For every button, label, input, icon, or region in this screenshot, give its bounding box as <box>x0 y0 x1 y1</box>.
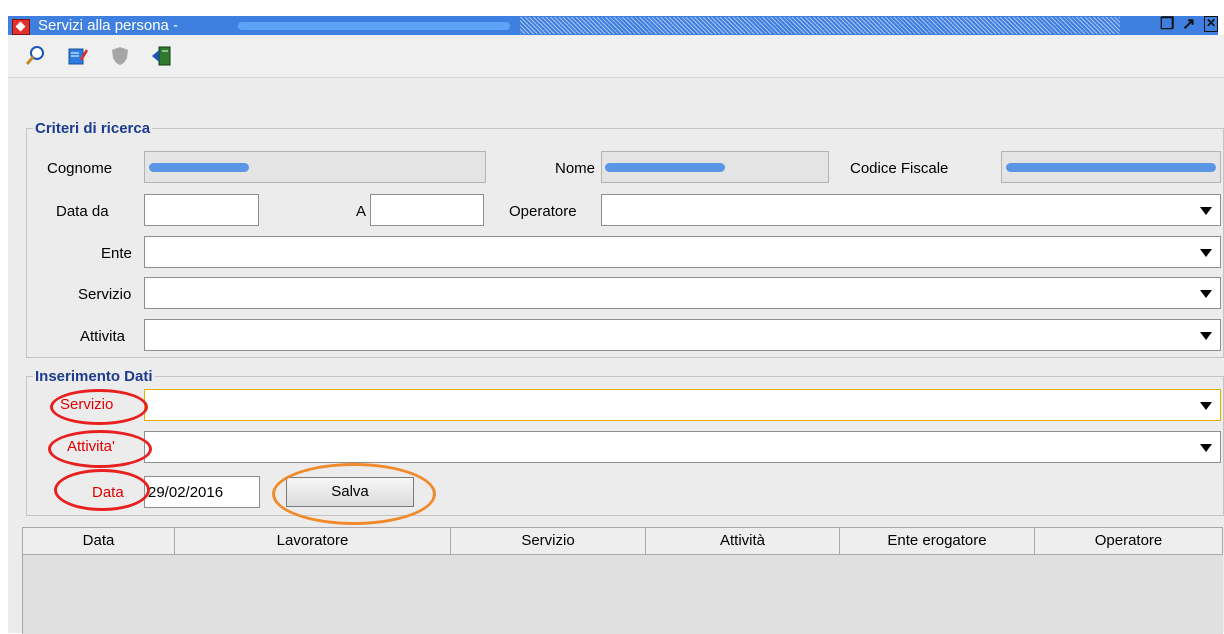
edit-icon[interactable] <box>66 45 88 67</box>
save-button[interactable]: Salva <box>286 477 414 507</box>
chevron-down-icon <box>1200 290 1212 298</box>
restore-icon[interactable]: ❐ <box>1160 16 1174 34</box>
cognome-field <box>144 151 486 183</box>
servizio-label: Servizio <box>78 286 132 303</box>
column-header-servizio[interactable]: Servizio <box>451 528 646 554</box>
operatore-label: Operatore <box>509 203 577 220</box>
attivita-select[interactable] <box>144 319 1221 351</box>
window-title: Servizi alla persona - <box>38 17 179 34</box>
column-header-ente-erogatore[interactable]: Ente erogatore <box>840 528 1035 554</box>
a-label: A <box>356 203 367 220</box>
chevron-down-icon <box>1200 402 1212 410</box>
redacted-cognome <box>149 163 249 172</box>
operatore-select[interactable] <box>601 194 1221 226</box>
criteri-legend: Criteri di ricerca <box>35 120 151 137</box>
redacted-codice-fiscale <box>1006 163 1216 172</box>
data-da-input[interactable] <box>144 194 259 226</box>
ins-data-input[interactable]: 29/02/2016 <box>144 476 260 508</box>
ins-data-label: Data <box>92 484 124 501</box>
table-header: Data Lavoratore Servizio Attività Ente e… <box>23 528 1223 555</box>
chevron-down-icon <box>1200 207 1212 215</box>
redacted-title-text <box>238 22 510 30</box>
ins-servizio-select[interactable] <box>144 389 1221 421</box>
ins-attivita-select[interactable] <box>144 431 1221 463</box>
column-header-data[interactable]: Data <box>23 528 175 554</box>
a-input[interactable] <box>370 194 484 226</box>
redacted-nome <box>605 163 725 172</box>
chevron-down-icon <box>1200 444 1212 452</box>
ins-servizio-label: Servizio <box>60 396 114 413</box>
maximize-icon[interactable]: ↗ <box>1182 16 1195 34</box>
results-table: Data Lavoratore Servizio Attività Ente e… <box>22 527 1223 634</box>
column-header-lavoratore[interactable]: Lavoratore <box>175 528 451 554</box>
ente-label: Ente <box>101 245 132 262</box>
inserimento-legend: Inserimento Dati <box>35 368 153 385</box>
nome-label: Nome <box>555 160 596 177</box>
search-icon[interactable] <box>24 45 46 67</box>
toolbar <box>8 35 1224 78</box>
codice-fiscale-field <box>1001 151 1221 183</box>
chevron-down-icon <box>1200 249 1212 257</box>
close-icon[interactable]: ✕ <box>1204 16 1218 32</box>
titlebar-pattern <box>520 17 1120 34</box>
data-da-label: Data da <box>56 203 109 220</box>
servizio-select[interactable] <box>144 277 1221 309</box>
window-titlebar: Servizi alla persona - ❐ ↗ ✕ <box>0 0 1224 35</box>
cognome-label: Cognome <box>47 160 113 177</box>
codice-fiscale-label: Codice Fiscale <box>850 160 949 177</box>
chevron-down-icon <box>1200 332 1212 340</box>
app-logo-icon <box>12 19 30 35</box>
column-header-attivita[interactable]: Attività <box>646 528 840 554</box>
nome-field <box>601 151 829 183</box>
shield-icon[interactable] <box>109 45 131 67</box>
ente-select[interactable] <box>144 236 1221 268</box>
column-header-operatore[interactable]: Operatore <box>1035 528 1223 554</box>
attivita-label: Attivita <box>80 328 126 345</box>
ins-attivita-label: Attivita' <box>67 438 115 455</box>
exit-icon[interactable] <box>151 45 173 67</box>
